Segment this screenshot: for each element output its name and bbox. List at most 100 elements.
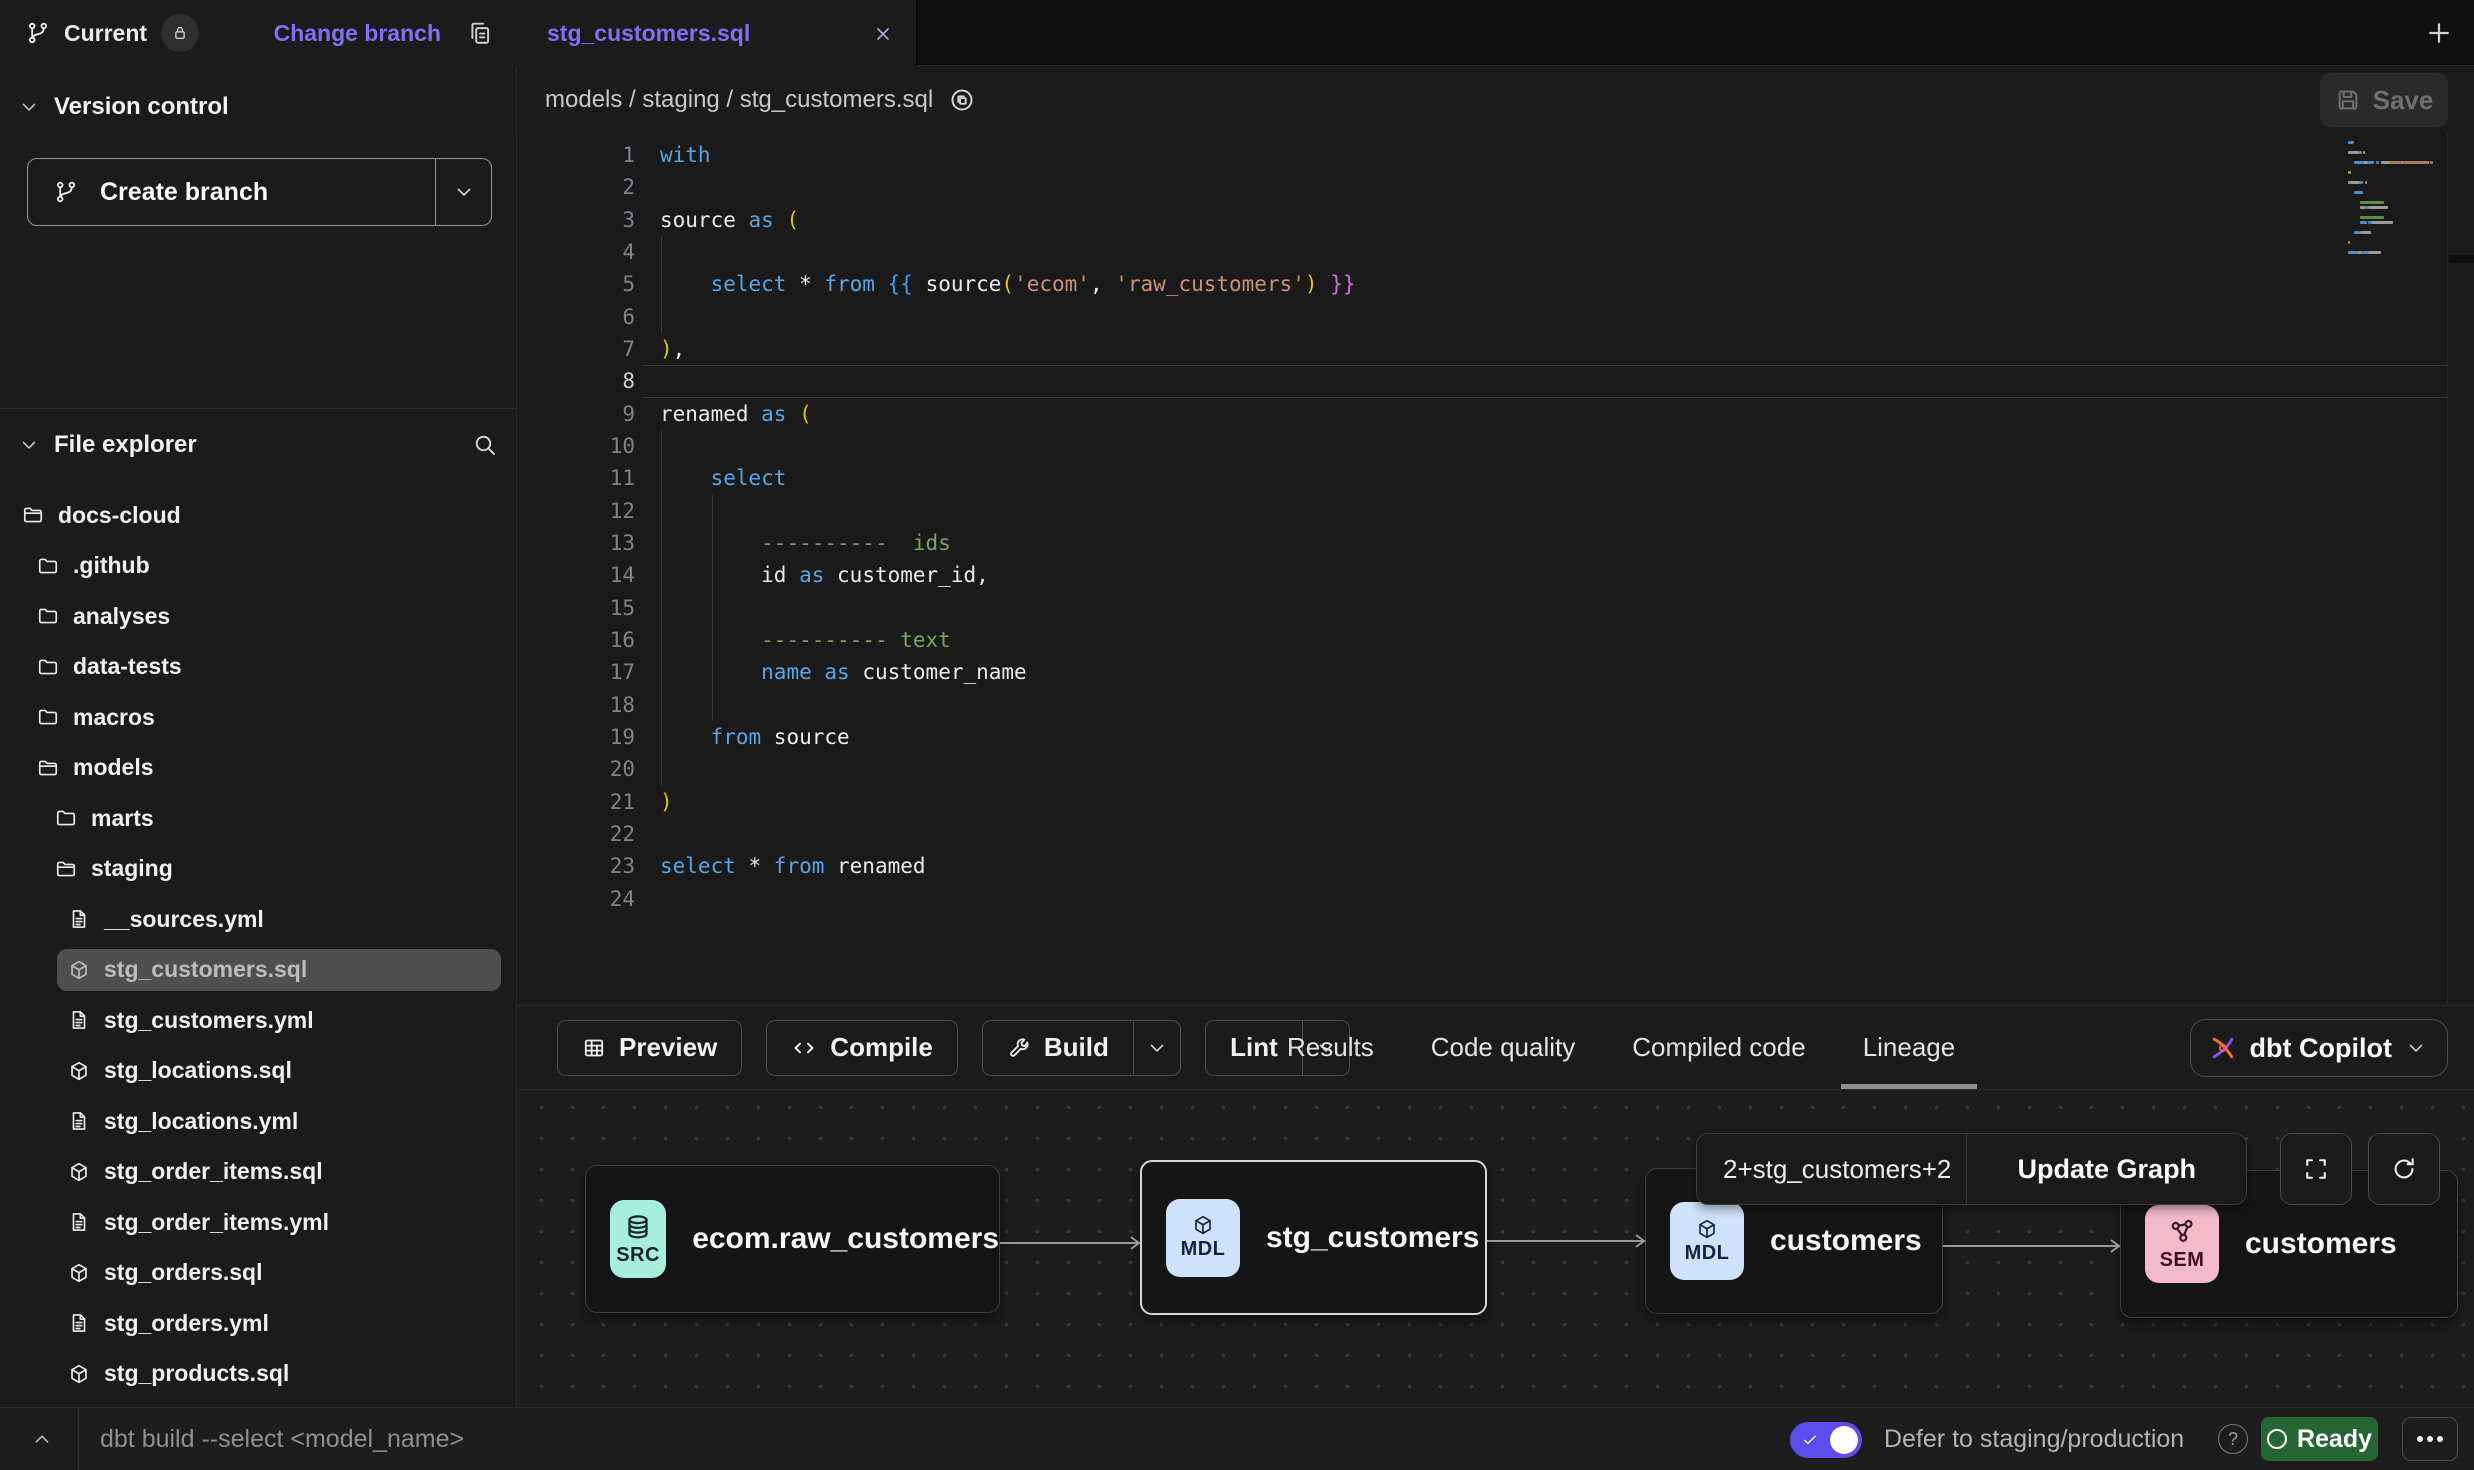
- lineage-node-ecom-raw_customers[interactable]: SRC ecom.raw_customers: [585, 1165, 1000, 1313]
- tree-item[interactable]: stg_order_items.sql: [0, 1147, 516, 1198]
- new-tab-button[interactable]: [2418, 12, 2460, 54]
- command-input[interactable]: dbt build --select <model_name>: [100, 1408, 464, 1470]
- folder-icon: [55, 807, 77, 829]
- branch-readonly-badge: [161, 14, 199, 52]
- status-bar: dbt build --select <model_name> Defer to…: [0, 1407, 2474, 1470]
- tree-item[interactable]: stg_customers.yml: [0, 995, 516, 1046]
- tree-item[interactable]: stg_locations.yml: [0, 1096, 516, 1147]
- refresh-icon: [2390, 1155, 2418, 1183]
- defer-toggle[interactable]: [1790, 1422, 1862, 1458]
- ready-label: Ready: [2297, 1425, 2372, 1454]
- doc-icon: [68, 1211, 90, 1233]
- create-branch-dropdown[interactable]: [436, 159, 491, 225]
- dbt-copilot-button[interactable]: dbt Copilot: [2190, 1019, 2448, 1077]
- tab-stg-customers-sql[interactable]: stg_customers.sql: [517, 0, 917, 67]
- tab-compiled-code[interactable]: Compiled code: [1632, 1006, 1805, 1089]
- tree-item[interactable]: data-tests: [0, 642, 516, 693]
- minimap[interactable]: [2348, 141, 2440, 261]
- tree-item-label: staging: [91, 855, 173, 882]
- preview-button[interactable]: Preview: [557, 1020, 742, 1076]
- tree-item[interactable]: stg_order_items.yml: [0, 1197, 516, 1248]
- doc-icon: [68, 908, 90, 930]
- tree-item-label: .github: [73, 552, 150, 579]
- build-dropdown[interactable]: [1134, 1021, 1180, 1075]
- build-button[interactable]: Build: [982, 1020, 1181, 1076]
- chevron-up-icon: [31, 1428, 53, 1450]
- tree-item[interactable]: analyses: [0, 591, 516, 642]
- tree-item[interactable]: macros: [0, 692, 516, 743]
- fullscreen-button[interactable]: [2280, 1133, 2352, 1205]
- lock-icon: [171, 24, 189, 42]
- status-ready-badge[interactable]: Ready: [2261, 1417, 2378, 1461]
- more-options-button[interactable]: [2402, 1417, 2458, 1461]
- refresh-button[interactable]: [2368, 1133, 2440, 1205]
- code-editor[interactable]: 123456789101112131415161718192021222324 …: [517, 133, 2474, 1005]
- cube-icon: [1696, 1218, 1718, 1240]
- update-graph-button[interactable]: Update Graph: [1967, 1134, 2246, 1204]
- file-explorer-header[interactable]: File explorer: [18, 424, 498, 466]
- tree-item[interactable]: stg_locations.sql: [0, 1046, 516, 1097]
- tree-item[interactable]: docs-cloud: [0, 490, 516, 541]
- tab-code-quality[interactable]: Code quality: [1431, 1006, 1576, 1089]
- folder-open-icon: [22, 504, 44, 526]
- tree-item-label: analyses: [73, 603, 170, 630]
- tree-item[interactable]: staging: [0, 844, 516, 895]
- cube-icon: [68, 1363, 90, 1385]
- compile-button[interactable]: Compile: [766, 1020, 958, 1076]
- tree-item[interactable]: marts: [0, 793, 516, 844]
- version-control-header[interactable]: Version control: [18, 86, 498, 128]
- indent-guide: [712, 495, 713, 721]
- expand-command-bar[interactable]: [22, 1408, 62, 1470]
- tab-lineage[interactable]: Lineage: [1863, 1006, 1956, 1089]
- tree-item[interactable]: __sources.yml: [0, 894, 516, 945]
- git-branch-icon: [26, 21, 50, 45]
- doc-icon: [68, 1110, 90, 1132]
- badge-label: MDL: [1181, 1238, 1226, 1261]
- tree-item-label: data-tests: [73, 653, 182, 680]
- tree-item-label: macros: [73, 704, 155, 731]
- cube-icon: [1192, 1214, 1214, 1236]
- tree-item[interactable]: models: [0, 743, 516, 794]
- check-icon: [1801, 1431, 1819, 1449]
- tree-item[interactable]: stg_orders.yml: [0, 1298, 516, 1349]
- chevron-down-icon: [18, 96, 40, 118]
- create-branch-button[interactable]: Create branch: [27, 158, 492, 226]
- save-button[interactable]: Save: [2320, 73, 2448, 127]
- action-buttons: PreviewCompileBuildLint: [557, 1006, 1350, 1089]
- lineage-edge: [1487, 1240, 1645, 1242]
- main-pane: models / staging / stg_customers.sql Sav…: [517, 66, 2474, 1407]
- branch-name: Current: [64, 20, 147, 47]
- tree-item[interactable]: .github: [0, 541, 516, 592]
- tab-results[interactable]: Results: [1287, 1006, 1374, 1089]
- badge-label: MDL: [1685, 1242, 1730, 1265]
- tree-item[interactable]: stg_products.sql: [0, 1349, 516, 1400]
- search-icon[interactable]: [472, 432, 498, 458]
- dbt-cloud-ide: Current Change branch stg_customers.sql …: [0, 0, 2474, 1470]
- folder-icon: [37, 656, 59, 678]
- scrollbar-marker: [2449, 255, 2474, 263]
- breadcrumb-bar: models / staging / stg_customers.sql: [517, 66, 2474, 133]
- code-content[interactable]: with source as ( select * from {{ source…: [660, 139, 2444, 915]
- breadcrumb: models / staging / stg_customers.sql: [545, 86, 933, 114]
- close-tab-icon[interactable]: [872, 23, 894, 45]
- tree-item-label: stg_customers.sql: [104, 956, 307, 983]
- change-branch-link[interactable]: Change branch: [274, 20, 441, 47]
- branch-bar: Current Change branch: [0, 0, 517, 66]
- dbt-copilot-label: dbt Copilot: [2250, 1033, 2392, 1064]
- editor-scrollbar[interactable]: [2447, 133, 2448, 1005]
- create-branch-label: Create branch: [100, 178, 268, 207]
- tree-item[interactable]: stg_customers.sql: [0, 945, 516, 996]
- badge-label: SRC: [616, 1244, 660, 1267]
- help-icon[interactable]: ?: [2218, 1424, 2248, 1454]
- doc-icon: [68, 1312, 90, 1334]
- tree-item-label: stg_orders.sql: [104, 1259, 263, 1286]
- button-label: Compile: [830, 1032, 933, 1063]
- lineage-node-stg_customers[interactable]: MDL stg_customers: [1140, 1160, 1487, 1315]
- tree-item[interactable]: stg_orders.sql: [0, 1248, 516, 1299]
- folder-icon: [37, 706, 59, 728]
- lineage-selector-input[interactable]: 2+stg_customers+2: [1697, 1134, 1966, 1204]
- cube-icon: [68, 1161, 90, 1183]
- copy-branch-icon[interactable]: [467, 20, 493, 46]
- copy-path-icon[interactable]: [949, 87, 975, 113]
- node-name: customers: [1770, 1224, 1922, 1258]
